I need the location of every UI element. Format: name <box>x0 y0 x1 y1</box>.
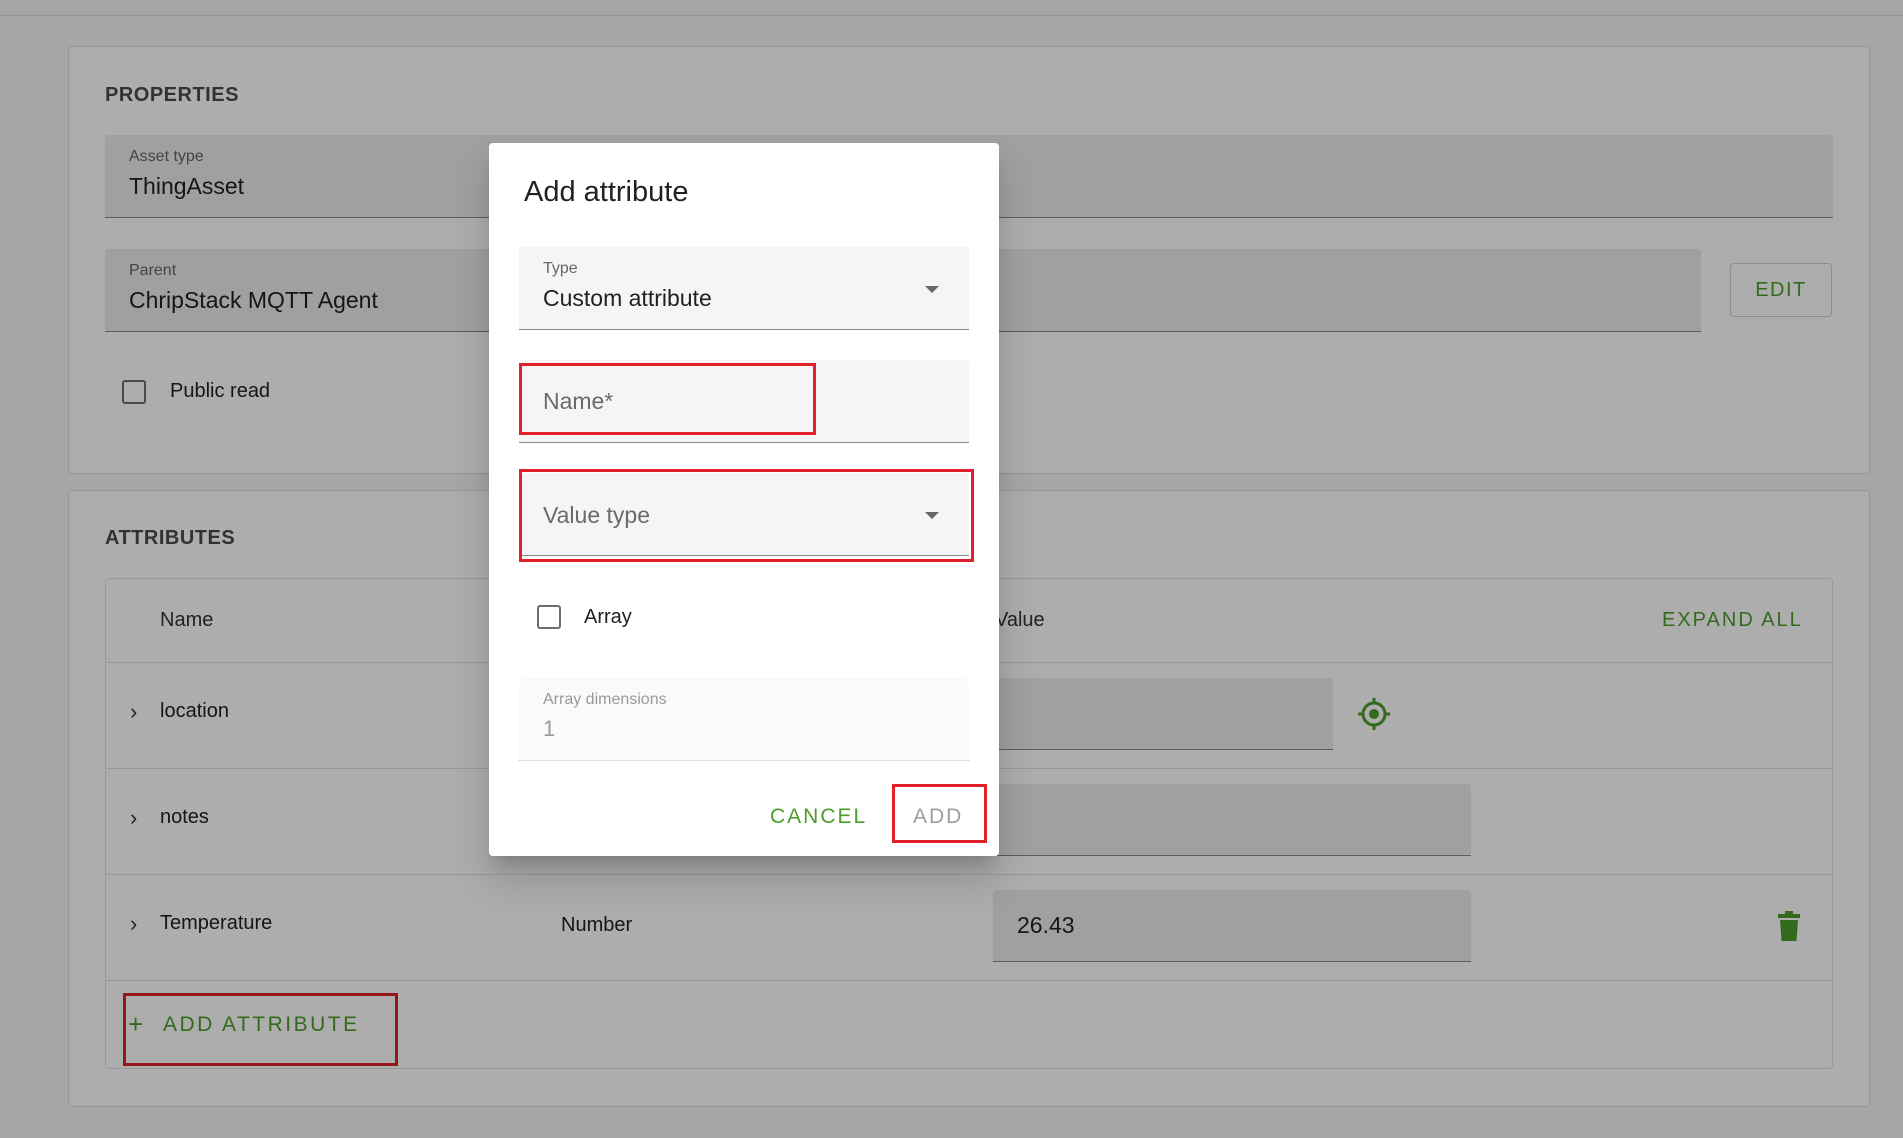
array-dimensions-value: 1 <box>543 716 556 741</box>
array-dimensions-label: Array dimensions <box>543 691 667 708</box>
array-dimensions-input[interactable]: Array dimensions 1 <box>519 678 969 761</box>
value-type-highlight <box>519 469 974 562</box>
type-value: Custom attribute <box>543 285 712 311</box>
name-input-highlight <box>519 363 816 435</box>
type-select[interactable]: Type Custom attribute <box>519 247 969 330</box>
type-label: Type <box>543 260 578 277</box>
array-checkbox[interactable] <box>537 605 561 629</box>
add-button-highlight <box>892 784 987 843</box>
dialog-title: Add attribute <box>524 176 689 208</box>
dropdown-arrow-icon <box>925 286 939 293</box>
cancel-button[interactable]: CANCEL <box>770 805 867 829</box>
array-label: Array <box>584 606 632 628</box>
